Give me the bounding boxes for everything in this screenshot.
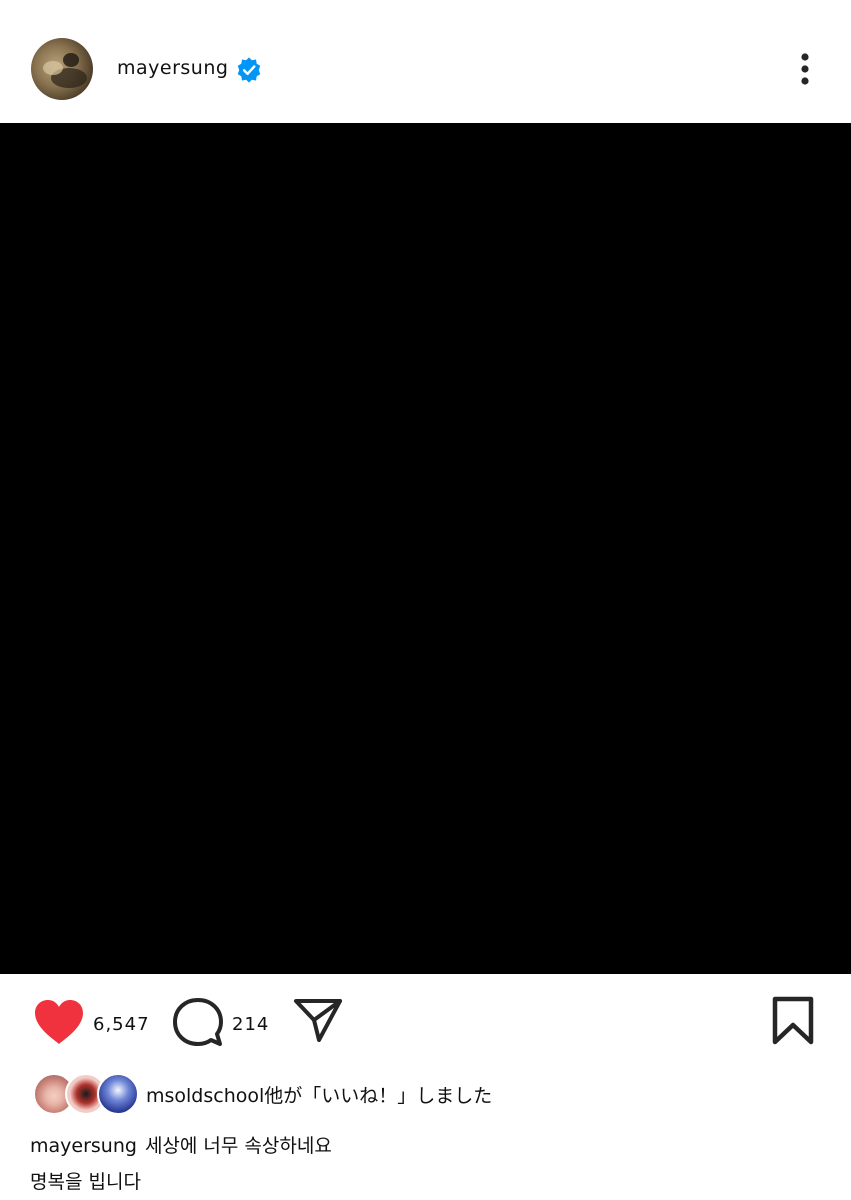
comment-count[interactable]: 214 (232, 1014, 269, 1035)
comment-bubble-icon[interactable] (172, 996, 224, 1048)
post-caption: mayersung 세상에 너무 속상하네요 명복을 빕니다 (30, 1128, 820, 1200)
liker-avatar (97, 1073, 139, 1115)
caption-text-2: 명복을 빕니다 (30, 1171, 141, 1193)
like-count[interactable]: 6,547 (93, 1014, 150, 1035)
profile-avatar[interactable] (31, 38, 93, 100)
verified-badge-icon (237, 57, 261, 83)
post-actions: 6,547 214 (0, 974, 851, 1064)
heart-icon[interactable] (33, 998, 85, 1046)
post-header: mayersung (0, 0, 851, 123)
liked-by-text[interactable]: msoldschool他が「いいね！」しました (146, 1081, 492, 1108)
post-media[interactable] (0, 123, 851, 974)
liker-avatars (33, 1073, 139, 1115)
post-username[interactable]: mayersung (117, 57, 228, 79)
caption-text-1: 세상에 너무 속상하네요 (144, 1135, 332, 1157)
caption-line-1: mayersung 세상에 너무 속상하네요 (30, 1128, 820, 1164)
bookmark-icon[interactable] (771, 996, 815, 1046)
more-options-icon[interactable] (790, 50, 820, 90)
liked-by-row[interactable]: msoldschool他が「いいね！」しました (0, 1064, 851, 1122)
caption-username[interactable]: mayersung (30, 1135, 137, 1157)
paper-plane-icon[interactable] (292, 996, 344, 1044)
